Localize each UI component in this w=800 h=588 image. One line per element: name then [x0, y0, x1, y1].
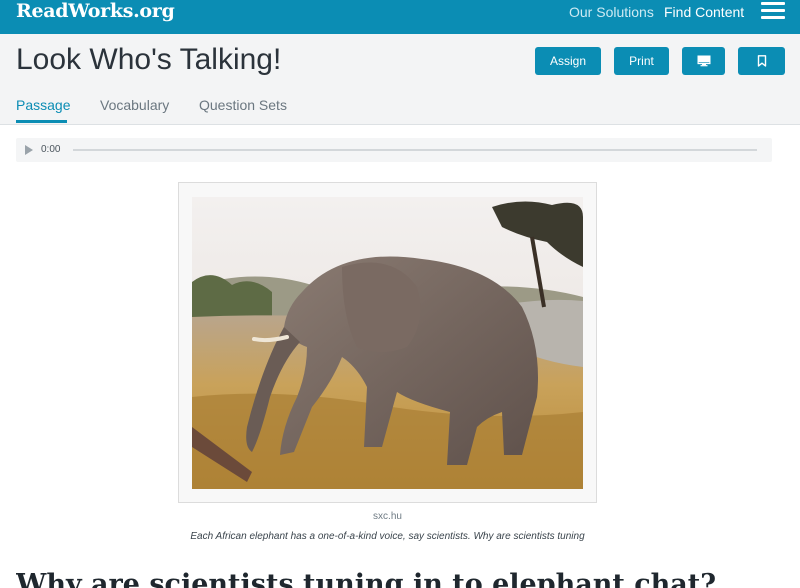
- bookmark-icon: [757, 55, 766, 67]
- play-icon[interactable]: [25, 145, 33, 155]
- bookmark-button[interactable]: [738, 47, 785, 75]
- audio-time: 0:00: [41, 144, 61, 155]
- image-caption: Each African elephant has a one-of-a-kin…: [190, 531, 585, 542]
- audio-player: 0:00: [16, 138, 772, 162]
- passage-heading: Why are scientists tuning in to elephant…: [16, 569, 717, 588]
- print-button[interactable]: Print: [614, 47, 669, 75]
- passage-figure: [178, 182, 597, 503]
- elephant-photo: [192, 197, 583, 489]
- tab-question-sets[interactable]: Question Sets: [199, 97, 287, 113]
- top-nav-bar: ReadWorks.org Our Solutions Find Content: [0, 0, 800, 34]
- image-credit: sxc.hu: [373, 511, 402, 522]
- nav-our-solutions[interactable]: Our Solutions: [569, 4, 654, 20]
- monitor-icon: [697, 55, 710, 67]
- active-tab-indicator: [16, 120, 67, 123]
- tab-vocabulary[interactable]: Vocabulary: [100, 97, 169, 113]
- assign-button[interactable]: Assign: [535, 47, 601, 75]
- article-header: Look Who's Talking! Assign Print Passage…: [0, 34, 800, 125]
- page-title: Look Who's Talking!: [16, 43, 282, 76]
- tab-passage[interactable]: Passage: [16, 97, 70, 113]
- nav-find-content[interactable]: Find Content: [664, 4, 744, 20]
- readworks-logo[interactable]: ReadWorks.org: [16, 0, 175, 22]
- present-button[interactable]: [682, 47, 725, 75]
- hamburger-menu-icon[interactable]: [761, 1, 785, 21]
- audio-progress-track[interactable]: [73, 149, 757, 151]
